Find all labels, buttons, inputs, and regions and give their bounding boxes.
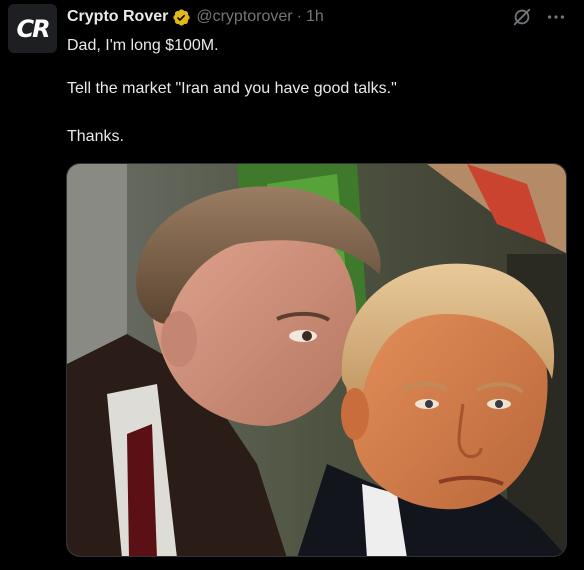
header-separator: · — [296, 8, 302, 25]
post-header: Crypto Rover @cryptorover · 1h — [67, 6, 324, 28]
author-avatar[interactable]: CR — [8, 4, 57, 53]
avatar-logo-text: CR — [16, 14, 50, 43]
post-text-line: Thanks. — [67, 128, 124, 145]
post-timestamp[interactable]: 1h — [306, 8, 324, 26]
post-photo[interactable] — [66, 163, 567, 557]
more-options-icon[interactable] — [545, 6, 567, 28]
photo-illustration — [67, 164, 566, 556]
verified-badge-icon[interactable] — [172, 8, 191, 27]
author-handle[interactable]: @cryptorover — [196, 8, 292, 26]
post-text-line: Tell the market "Iran and you have good … — [67, 80, 397, 97]
post-text-line: Dad, I'm long $100M. — [67, 37, 219, 54]
tweet-post[interactable]: CR Crypto Rover @cryptorover · 1h Dad, I… — [0, 0, 584, 570]
grok-icon[interactable] — [511, 6, 533, 28]
author-display-name[interactable]: Crypto Rover — [67, 8, 168, 26]
